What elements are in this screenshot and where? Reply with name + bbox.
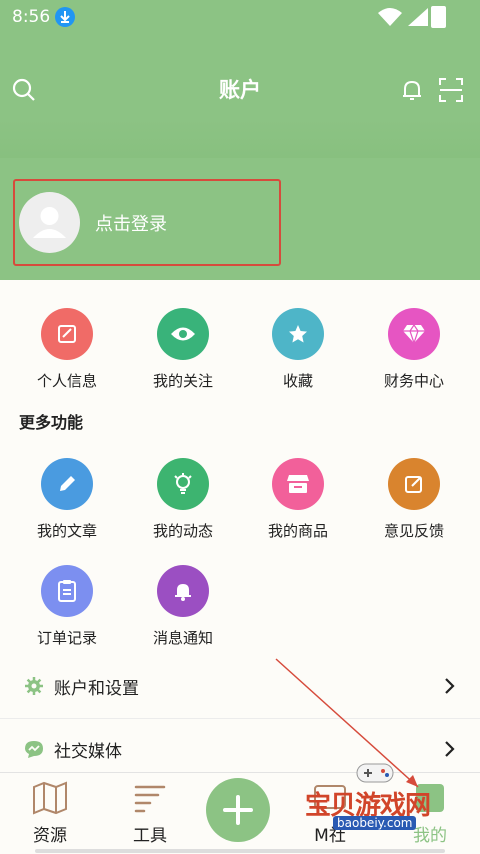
more-notifications[interactable]: 消息通知 (128, 565, 238, 648)
map-icon (33, 781, 67, 815)
gamepad-logo-icon (356, 763, 394, 783)
nav-label: 工具 (133, 826, 167, 846)
more-label: 我的动态 (152, 522, 213, 540)
more-label: 消息通知 (152, 629, 213, 647)
tools-icon (134, 785, 166, 813)
chevron-right-icon (445, 678, 455, 694)
status-time: 8:56 (12, 7, 51, 27)
more-my-products[interactable]: 我的商品 (243, 458, 353, 541)
more-label: 我的文章 (36, 522, 97, 540)
quick-finance[interactable]: 财务中心 (359, 308, 469, 391)
more-my-articles[interactable]: 我的文章 (12, 458, 122, 541)
quick-favorites[interactable]: 收藏 (243, 308, 353, 391)
annotation-arrow (275, 658, 419, 788)
scan-icon[interactable] (437, 76, 465, 104)
login-link[interactable]: 点击登录 (95, 210, 167, 236)
clipboard-icon (41, 565, 93, 617)
chevron-right-icon (445, 741, 455, 757)
edit-note-icon (41, 308, 93, 360)
row-label: 社交媒体 (54, 742, 122, 762)
download-icon (55, 7, 75, 27)
eye-icon (157, 308, 209, 360)
quick-label: 个人信息 (36, 372, 97, 390)
more-order-history[interactable]: 订单记录 (12, 565, 122, 648)
signal-icon (408, 8, 428, 26)
bulb-icon (157, 458, 209, 510)
pencil-icon (41, 458, 93, 510)
more-label: 订单记录 (36, 629, 97, 647)
section-title-more: 更多功能 (19, 413, 84, 432)
more-feedback[interactable]: 意见反馈 (359, 458, 469, 541)
app-bar: 账户 (0, 62, 480, 118)
header-shade (0, 118, 480, 158)
quick-personal-info[interactable]: 个人信息 (12, 308, 122, 391)
chat-icon (25, 741, 43, 758)
quick-label: 财务中心 (383, 372, 444, 390)
home-indicator (35, 849, 445, 853)
bell-icon (157, 565, 209, 617)
watermark-url: baobeiy.com (333, 816, 417, 830)
quick-label: 我的关注 (152, 372, 213, 390)
bell-icon[interactable] (398, 76, 426, 104)
shop-icon (272, 458, 324, 510)
battery-icon (431, 6, 446, 28)
feedback-icon (388, 458, 440, 510)
nav-label: 资源 (33, 826, 67, 846)
more-label: 意见反馈 (383, 522, 444, 540)
more-label: 我的商品 (267, 522, 328, 540)
star-icon (272, 308, 324, 360)
avatar[interactable] (19, 192, 80, 253)
add-post-button[interactable] (206, 778, 270, 842)
plus-icon (223, 795, 253, 825)
gear-icon (25, 677, 43, 695)
nav-resources[interactable]: 资源 (10, 781, 90, 846)
row-label: 账户和设置 (54, 679, 139, 699)
quick-label: 收藏 (282, 372, 313, 390)
wifi-icon (378, 8, 402, 26)
status-bar: 8:56 (0, 0, 480, 34)
diamond-icon (388, 308, 440, 360)
nav-tools[interactable]: 工具 (110, 781, 190, 846)
quick-following[interactable]: 我的关注 (128, 308, 238, 391)
more-my-activity[interactable]: 我的动态 (128, 458, 238, 541)
